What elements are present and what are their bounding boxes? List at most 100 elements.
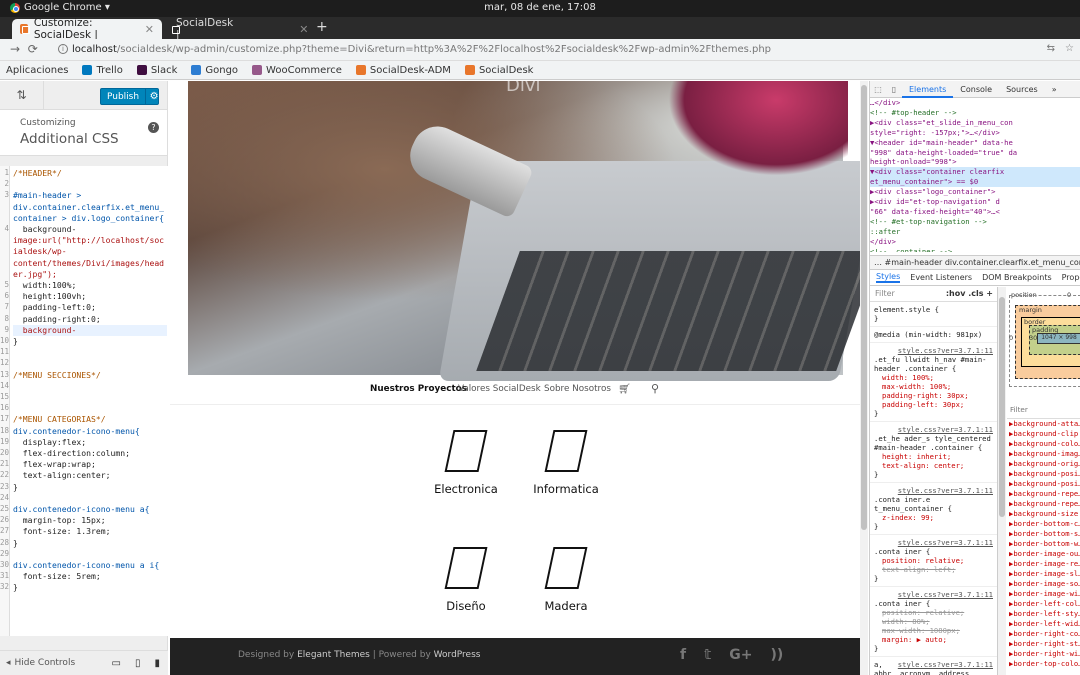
nav-item-nosotros[interactable]: Sobre Nosotros xyxy=(544,384,611,394)
bookmark-socialdesk-adm[interactable]: SocialDesk-ADM xyxy=(355,65,451,76)
rule-source-link[interactable]: style.css?ver=3.7.1:11 xyxy=(898,660,993,669)
clock[interactable]: mar, 08 de ene, 17:08 xyxy=(0,2,1080,13)
computed-property[interactable]: ▶background-posi… xyxy=(1007,479,1080,489)
dom-node[interactable]: <!-- .container --> xyxy=(870,247,1080,252)
tab-styles[interactable]: Styles xyxy=(876,272,901,283)
inspect-icon[interactable]: ⬚ xyxy=(870,85,886,94)
rule-source-link[interactable]: style.css?ver=3.7.1:11 xyxy=(898,425,993,434)
css-property[interactable]: width: 80%; xyxy=(874,617,993,626)
twitter-icon[interactable]: 𝕥 xyxy=(704,647,711,663)
dom-node[interactable]: ::after xyxy=(870,227,1080,237)
dom-node[interactable]: "66" data-fixed-height="40">…< xyxy=(870,207,1080,217)
computed-property[interactable]: ▶border-bottom-c… xyxy=(1007,519,1080,529)
computed-property[interactable]: ▶background-repe… xyxy=(1007,489,1080,499)
publish-button[interactable]: Publish ⚙ xyxy=(100,88,159,105)
computed-property[interactable]: ▶border-image-so… xyxy=(1007,579,1080,589)
computed-property[interactable]: ▶border-bottom-s… xyxy=(1007,529,1080,539)
bookmark-socialdesk[interactable]: SocialDesk xyxy=(464,65,533,76)
css-rule[interactable]: style.css?ver=3.7.1:11 a, abbr, acronym, … xyxy=(870,657,997,675)
close-tab-icon[interactable]: ✕ xyxy=(145,23,154,36)
computed-property[interactable]: ▶border-right-wi… xyxy=(1007,649,1080,659)
computed-property[interactable]: ▶border-image-sl… xyxy=(1007,569,1080,579)
site-logo[interactable]: Divi xyxy=(506,81,541,96)
css-property[interactable]: z-index: 99; xyxy=(874,513,993,522)
css-property[interactable]: margin: ▶ auto; xyxy=(874,635,993,644)
css-property[interactable]: text-align: left; xyxy=(874,565,993,574)
tab-console[interactable]: Console xyxy=(953,85,999,94)
css-property[interactable]: max-width: 100%; xyxy=(874,382,993,391)
facebook-icon[interactable]: f xyxy=(680,647,686,663)
css-property[interactable]: height: inherit; xyxy=(874,452,993,461)
css-property[interactable]: text-align: center; xyxy=(874,461,993,470)
css-code-editor[interactable]: 1 /*HEADER*/ 2 3 #main-header > div.container… xyxy=(0,166,168,636)
star-icon[interactable]: ☆ xyxy=(1065,43,1074,54)
css-rule[interactable]: style.css?ver=3.7.1:11 .conta iner.e t_me… xyxy=(870,483,997,535)
dom-node[interactable]: ▼<div class="container clearfix xyxy=(870,167,1080,178)
computed-property[interactable]: ▶background-posi… xyxy=(1007,469,1080,479)
bookmark-slack[interactable]: Slack xyxy=(136,65,177,76)
styles-scrollbar[interactable] xyxy=(998,287,1006,675)
computed-property[interactable]: ▶border-image-ou… xyxy=(1007,549,1080,559)
tablet-preview-icon[interactable]: ▯ xyxy=(135,658,141,669)
google-plus-icon[interactable]: G+ xyxy=(729,647,752,663)
more-tabs-icon[interactable]: » xyxy=(1045,85,1064,94)
computed-property[interactable]: ▶border-image-wi… xyxy=(1007,589,1080,599)
css-rule[interactable]: style.css?ver=3.7.1:11 .et_fu llwidt h_na… xyxy=(870,343,997,422)
rule-source-link[interactable]: style.css?ver=3.7.1:11 xyxy=(898,590,993,599)
reload-icon[interactable]: ⟳ xyxy=(28,42,38,56)
computed-property[interactable]: ▶background-atta… xyxy=(1007,419,1080,429)
category-diseno[interactable]: Diseño xyxy=(416,547,516,613)
bookmark-trello[interactable]: Trello xyxy=(82,65,123,76)
css-property[interactable]: position: relative; xyxy=(874,608,993,617)
dom-node[interactable]: ▼<header id="main-header" data-he xyxy=(870,138,1080,148)
dom-node[interactable]: </div> xyxy=(870,237,1080,247)
computed-property[interactable]: ▶border-image-re… xyxy=(1007,559,1080,569)
gear-icon[interactable]: ⚙ xyxy=(145,89,162,104)
category-madera[interactable]: Madera xyxy=(516,547,616,613)
nav-item-proyectos[interactable]: Nuestros Proyectos xyxy=(370,384,467,394)
scroll-thumb[interactable] xyxy=(999,297,1005,517)
dom-breadcrumb[interactable]: … #main-header div.container.clearfix.et… xyxy=(870,255,1080,270)
device-toggle-icon[interactable]: ▯ xyxy=(886,85,902,94)
css-rule[interactable]: element.style {} xyxy=(870,302,997,327)
dom-node[interactable]: ▶<div class="logo_container"> xyxy=(870,187,1080,197)
css-rule[interactable]: style.css?ver=3.7.1:11 .conta iner {posit… xyxy=(870,587,997,657)
computed-property[interactable]: ▶border-bottom-w… xyxy=(1007,539,1080,549)
computed-property[interactable]: ▶background-clip xyxy=(1007,429,1080,439)
bookmark-woocommerce[interactable]: WooCommerce xyxy=(252,65,342,76)
css-rule[interactable]: style.css?ver=3.7.1:11 .et_he ader_s tyle… xyxy=(870,422,997,483)
preview-scrollbar[interactable] xyxy=(860,81,868,675)
css-rule[interactable]: @media (min-width: 981px) xyxy=(870,327,997,343)
dom-tree[interactable]: …</div> <!-- #top-header --> ▶<div class… xyxy=(870,98,1080,252)
css-rule[interactable]: style.css?ver=3.7.1:11 .conta iner {posit… xyxy=(870,535,997,587)
computed-property[interactable]: ▶background-imag… xyxy=(1007,449,1080,459)
url-field[interactable]: localhost/socialdesk/wp-admin/customize.… xyxy=(72,44,771,55)
computed-property[interactable]: ▶border-left-sty… xyxy=(1007,609,1080,619)
tab-event-listeners[interactable]: Event Listeners xyxy=(910,273,972,282)
dom-node[interactable]: style="right: -157px;">…</div> xyxy=(870,128,1080,138)
computed-styles[interactable]: Filter ▶background-atta… ▶background-clip… xyxy=(1007,405,1080,675)
dom-node[interactable]: "998" data-height-loaded="true" da xyxy=(870,148,1080,158)
computed-property[interactable]: ▶border-top-colo… xyxy=(1007,659,1080,669)
sort-arrows-icon[interactable]: ⇅ xyxy=(0,81,44,110)
scroll-thumb[interactable] xyxy=(861,85,867,530)
nav-item-valores[interactable]: Valores SocialDesk xyxy=(458,384,541,394)
computed-property[interactable]: ▶background-repe… xyxy=(1007,499,1080,509)
wordpress-link[interactable]: WordPress xyxy=(434,650,481,660)
computed-property[interactable]: ▶border-right-co… xyxy=(1007,629,1080,639)
css-property[interactable]: position: relative; xyxy=(874,556,993,565)
tab-customize[interactable]: Customize: SocialDesk | ✕ xyxy=(12,17,162,41)
rule-source-link[interactable]: style.css?ver=3.7.1:11 xyxy=(898,538,993,547)
tab-elements[interactable]: Elements xyxy=(902,81,954,98)
category-electronica[interactable]: Electronica xyxy=(416,430,516,496)
dom-node[interactable]: <!-- #et-top-navigation --> xyxy=(870,217,1080,227)
dom-node[interactable]: et_menu_container"> == $0 xyxy=(870,177,1080,188)
rule-source-link[interactable]: style.css?ver=3.7.1:11 xyxy=(898,486,993,495)
elegant-themes-link[interactable]: Elegant Themes xyxy=(297,650,370,660)
close-tab-icon[interactable]: ✕ xyxy=(299,23,308,36)
computed-property[interactable]: ▶border-right-st… xyxy=(1007,639,1080,649)
dom-node[interactable]: ▶<div id="et-top-navigation" d xyxy=(870,197,1080,207)
bookmark-apps[interactable]: Aplicaciones xyxy=(6,65,68,76)
tab-dom-breakpoints[interactable]: DOM Breakpoints xyxy=(982,273,1052,282)
css-property[interactable]: padding-left: 30px; xyxy=(874,400,993,409)
